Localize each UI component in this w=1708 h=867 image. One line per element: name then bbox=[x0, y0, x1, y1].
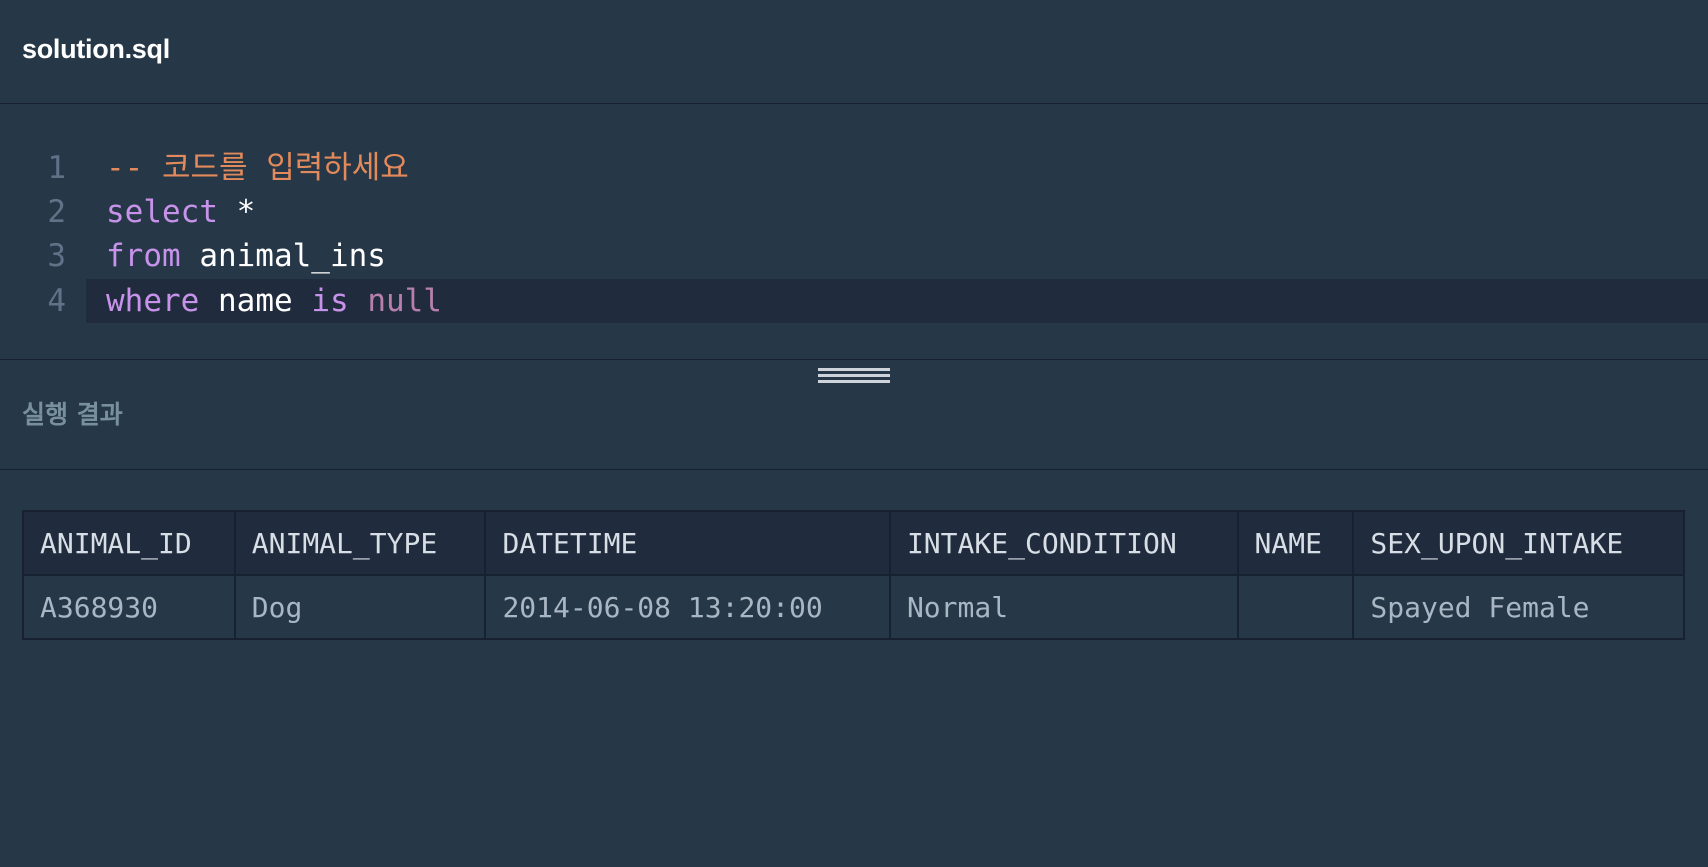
code-identifier bbox=[349, 283, 368, 319]
column-header: INTAKE_CONDITION bbox=[888, 510, 1239, 576]
code-line-active[interactable]: 4 where name is null bbox=[0, 279, 1708, 323]
table-cell: Dog bbox=[233, 574, 487, 640]
table-header-row: ANIMAL_ID ANIMAL_TYPE DATETIME INTAKE_CO… bbox=[22, 510, 1685, 576]
code-identifier: * bbox=[217, 194, 256, 230]
panel-resize-handle[interactable] bbox=[818, 368, 890, 388]
result-table: ANIMAL_ID ANIMAL_TYPE DATETIME INTAKE_CO… bbox=[22, 510, 1685, 640]
code-identifier: name bbox=[199, 283, 312, 319]
drag-handle-icon bbox=[818, 368, 890, 371]
code-line[interactable]: 3 from animal_ins bbox=[0, 234, 1708, 278]
column-header: NAME bbox=[1236, 510, 1355, 576]
results-title: 실행 결과 bbox=[22, 400, 123, 429]
code-null-literal: null bbox=[367, 283, 442, 319]
code-comment: -- 코드를 입력하세요 bbox=[106, 150, 409, 186]
table-cell bbox=[1236, 574, 1355, 640]
table-cell: Normal bbox=[888, 574, 1239, 640]
code-keyword: from bbox=[106, 238, 181, 274]
code-keyword: is bbox=[311, 283, 349, 319]
code-keyword: where bbox=[106, 283, 200, 319]
column-header: SEX_UPON_INTAKE bbox=[1352, 510, 1685, 576]
code-line[interactable]: 1 -- 코드를 입력하세요 bbox=[0, 146, 1708, 190]
file-header: solution.sql bbox=[0, 0, 1708, 104]
code-line[interactable]: 2 select * bbox=[0, 190, 1708, 234]
column-header: DATETIME bbox=[484, 510, 891, 576]
line-number: 1 bbox=[47, 150, 66, 186]
column-header: ANIMAL_TYPE bbox=[233, 510, 487, 576]
line-number: 4 bbox=[47, 283, 66, 319]
table-cell: Spayed Female bbox=[1352, 574, 1685, 640]
table-row: A368930 Dog 2014-06-08 13:20:00 Normal S… bbox=[22, 574, 1685, 640]
line-number: 3 bbox=[47, 238, 66, 274]
code-identifier: animal_ins bbox=[180, 238, 386, 274]
column-header: ANIMAL_ID bbox=[22, 510, 236, 576]
file-title: solution.sql bbox=[22, 34, 170, 64]
table-cell: 2014-06-08 13:20:00 bbox=[484, 574, 891, 640]
code-editor[interactable]: 1 -- 코드를 입력하세요 2 select * 3 from animal_… bbox=[0, 105, 1708, 360]
code-keyword: select bbox=[106, 194, 218, 230]
line-number: 2 bbox=[47, 194, 66, 230]
table-cell: A368930 bbox=[22, 574, 236, 640]
